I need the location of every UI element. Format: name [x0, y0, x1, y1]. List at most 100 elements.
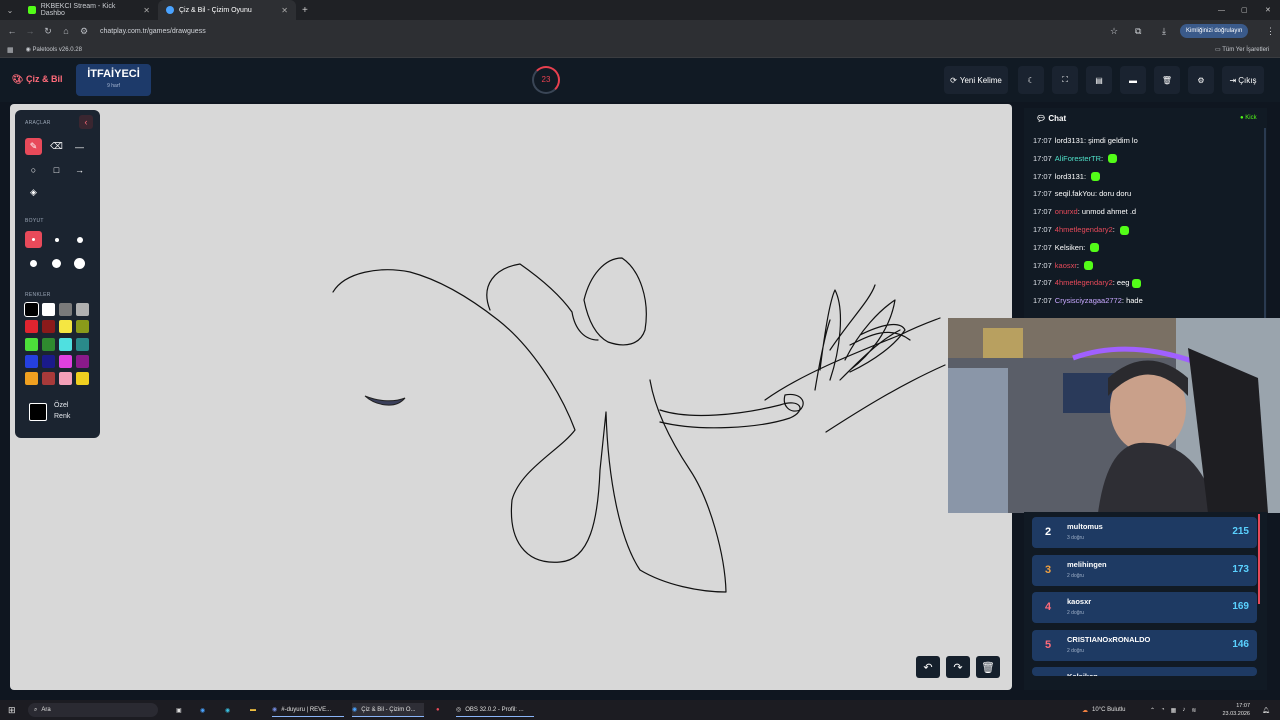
redo-button[interactable]: ↷: [946, 656, 970, 678]
new-word-button[interactable]: ⟳ Yeni Kelime: [944, 66, 1008, 94]
color-swatch[interactable]: [42, 303, 55, 316]
fill-tool-button[interactable]: ◈: [25, 184, 42, 201]
downloads-icon[interactable]: ⤓: [1162, 26, 1166, 37]
close-window-icon[interactable]: ✕: [1265, 6, 1271, 14]
tab-ciz-bil[interactable]: Çiz & Bil - Çizim Oyunu ✕: [158, 0, 296, 20]
url-field[interactable]: chatplay.com.tr/games/drawguess: [100, 28, 206, 35]
color-swatch[interactable]: [25, 372, 38, 386]
exit-button[interactable]: ⇥ Çıkış: [1222, 66, 1264, 94]
dark-mode-button[interactable]: ☾: [1018, 66, 1044, 94]
size-2-button[interactable]: [48, 231, 65, 248]
task-view-icon[interactable]: ▣: [176, 703, 182, 717]
color-swatch[interactable]: [59, 354, 72, 368]
site-info-icon[interactable]: ⚙: [78, 26, 90, 37]
size-4-button[interactable]: [25, 255, 42, 272]
panel-button[interactable]: ▬: [1120, 66, 1146, 94]
profile-button[interactable]: Kimliğinizi doğrulayın: [1180, 24, 1249, 38]
arrow-tool-button[interactable]: →: [71, 161, 88, 178]
color-swatch[interactable]: [42, 372, 55, 386]
tab-kick-dashboard[interactable]: RKBEKCI Stream - Kick Dashbo ✕: [20, 0, 158, 20]
app-logo[interactable]: 🎨︎ Çiz & Bil: [12, 74, 62, 85]
chat-username[interactable]: onurxd: [1055, 207, 1078, 216]
extensions-icon[interactable]: ⧉: [1135, 26, 1141, 37]
taskbar-app-discord[interactable]: ◉ #-duyuru | REVE...: [272, 703, 344, 717]
forward-icon[interactable]: →: [24, 26, 36, 36]
color-swatch[interactable]: [59, 337, 72, 351]
chat-username[interactable]: lord3131: [1055, 172, 1084, 181]
color-swatch[interactable]: [42, 354, 55, 368]
eraser-tool-button[interactable]: ⌫: [48, 138, 65, 155]
color-swatch[interactable]: [76, 303, 89, 316]
color-swatch[interactable]: [25, 354, 38, 368]
edge-taskbar-icon[interactable]: ◉: [225, 703, 230, 717]
taskbar-app-chrome[interactable]: ◉ Çiz & Bil - Çizim O...: [352, 703, 424, 717]
collapse-tools-button[interactable]: ‹: [79, 115, 93, 129]
size-3-button[interactable]: [71, 231, 88, 248]
size-6-button[interactable]: [71, 255, 88, 272]
color-swatch[interactable]: [42, 337, 55, 351]
tab-list-icon[interactable]: ⌄: [0, 6, 20, 15]
fullscreen-button[interactable]: ⛶: [1052, 66, 1078, 94]
chat-username[interactable]: AliForesterTR: [1055, 154, 1101, 163]
size-dot-icon: [54, 237, 59, 242]
browser-menu-icon[interactable]: ⋮: [1266, 26, 1275, 37]
all-bookmarks-button[interactable]: ▭ Tüm Yer İşaretleri: [1215, 46, 1269, 53]
close-tab-icon[interactable]: ✕: [143, 6, 150, 15]
leaderboard-scrollbar[interactable]: [1258, 514, 1260, 604]
size-5-button[interactable]: [48, 255, 65, 272]
minimize-icon[interactable]: —: [1218, 7, 1225, 14]
drawing-canvas[interactable]: [10, 104, 1012, 690]
weather-widget[interactable]: ☁ 10°C Bulutlu: [1082, 703, 1125, 717]
circle-tool-button[interactable]: ○: [25, 161, 42, 178]
color-swatch[interactable]: [76, 354, 89, 368]
browser-taskbar-icon[interactable]: ◉: [200, 703, 205, 717]
chat-scrollbar[interactable]: [1264, 128, 1266, 318]
file-explorer-icon[interactable]: ▬: [250, 703, 256, 717]
color-swatch[interactable]: [59, 303, 72, 316]
color-swatch[interactable]: [24, 302, 39, 317]
clear-button[interactable]: 🗑︎: [1154, 66, 1180, 94]
tray-icons[interactable]: ⌃ ◔ ▦ ♪ ≋: [1150, 703, 1196, 717]
color-swatch[interactable]: [42, 320, 55, 334]
apps-grid-icon[interactable]: ▦: [7, 46, 14, 54]
chat-username[interactable]: lord3131: [1055, 136, 1084, 145]
taskbar-app-obs[interactable]: ◎ OBS 32.0.2 - Profil: ...: [456, 703, 534, 717]
chat-username[interactable]: kaosxr: [1055, 261, 1077, 270]
chat-message: 17:07 seqil.fakYou: doru doru: [1033, 189, 1131, 198]
size-1-button[interactable]: [25, 231, 42, 248]
clear-canvas-button[interactable]: 🗑︎: [976, 656, 1000, 678]
maximize-icon[interactable]: ▢: [1241, 6, 1248, 14]
kick-favicon-icon: [28, 6, 36, 14]
rectangle-tool-button[interactable]: □: [48, 161, 65, 178]
color-swatch[interactable]: [76, 337, 89, 351]
color-swatch[interactable]: [59, 320, 72, 334]
chat-username[interactable]: Kelsiken: [1055, 243, 1083, 252]
start-button[interactable]: ⊞: [8, 703, 16, 717]
back-icon[interactable]: ←: [6, 26, 18, 36]
bookmark-paletools[interactable]: ◉ Paletools v26.0.28: [26, 46, 82, 53]
color-swatch[interactable]: [25, 320, 38, 334]
line-tool-button[interactable]: —: [71, 138, 88, 155]
home-icon[interactable]: ⌂: [60, 26, 72, 36]
color-swatch[interactable]: [25, 337, 38, 351]
record-icon[interactable]: ●: [436, 703, 440, 717]
notifications-icon[interactable]: 🔔︎: [1262, 703, 1270, 717]
taskbar-search[interactable]: ⌕ Ara: [28, 703, 158, 717]
settings-button[interactable]: ⚙: [1188, 66, 1214, 94]
undo-button[interactable]: ↶: [916, 656, 940, 678]
chat-username[interactable]: seqil.fakYou: [1055, 189, 1095, 198]
chat-username[interactable]: Crysisciyzagaa2772: [1055, 296, 1122, 305]
chat-username[interactable]: 4hmetlegendary2: [1055, 278, 1113, 287]
bookmark-star-icon[interactable]: ☆: [1110, 26, 1118, 37]
color-swatch[interactable]: [76, 320, 89, 334]
pen-tool-button[interactable]: ✎: [25, 138, 42, 155]
clock[interactable]: 17:07 23.03.2026: [1222, 702, 1250, 718]
close-tab-icon[interactable]: ✕: [281, 6, 288, 15]
custom-color-button[interactable]: Özel Renk: [29, 401, 89, 425]
layout-button[interactable]: ▤: [1086, 66, 1112, 94]
color-swatch[interactable]: [59, 372, 72, 386]
new-tab-icon[interactable]: +: [302, 5, 308, 16]
reload-icon[interactable]: ↻: [42, 26, 54, 37]
chat-username[interactable]: 4hmetlegendary2: [1055, 225, 1113, 234]
color-swatch[interactable]: [76, 372, 89, 386]
